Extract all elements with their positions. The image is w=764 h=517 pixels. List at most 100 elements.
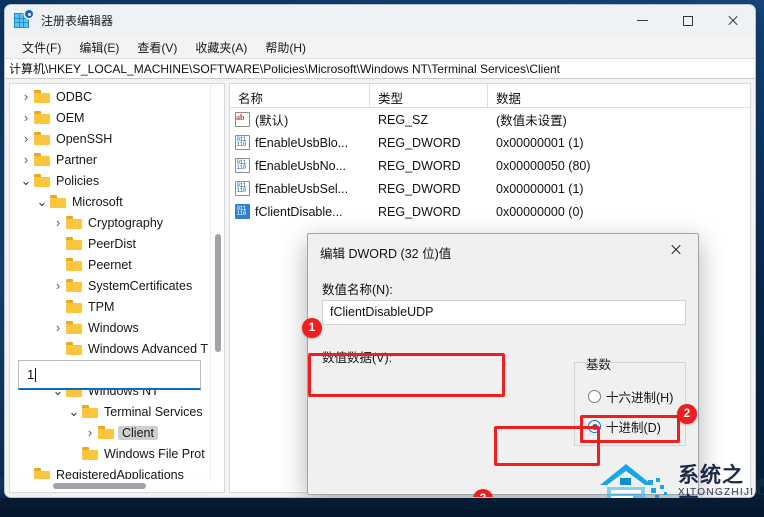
chevron-right-icon[interactable]: › xyxy=(18,86,34,107)
cell-type: REG_SZ xyxy=(378,112,429,127)
close-button[interactable] xyxy=(710,5,755,36)
table-row[interactable]: 011 110 fEnableUsbSel... REG_DWORD 0x0000000… xyxy=(230,177,750,200)
tree-node-windows-file-prot[interactable]: Windows File Prot xyxy=(10,443,224,464)
tree-node-windows-advanced-t[interactable]: Windows Advanced T xyxy=(10,338,224,359)
chevron-down-icon[interactable]: ⌄ xyxy=(66,401,82,422)
menu-item-favorites[interactable]: 收藏夹(A) xyxy=(186,37,256,58)
tree-node-terminal-services[interactable]: ⌄ Terminal Services xyxy=(10,401,224,422)
tree-node-label: RegisteredApplications xyxy=(56,467,184,480)
cell-data: 0x00000050 (80) xyxy=(496,158,591,173)
radio-decimal[interactable]: 十进制(D) xyxy=(588,417,661,436)
tree-node-peerdist[interactable]: PeerDist xyxy=(10,233,224,254)
tree-node-label: Cryptography xyxy=(88,215,164,230)
tree-hscroll-thumb[interactable] xyxy=(53,483,146,489)
table-row[interactable]: 011 110 fClientDisable... REG_DWORD 0x000000… xyxy=(230,200,750,223)
menu-item-view[interactable]: 查看(V) xyxy=(128,37,186,58)
cell-type: REG_DWORD xyxy=(378,135,461,150)
tree-node-tpm[interactable]: TPM xyxy=(10,296,224,317)
value-name-label: 数值名称(N): xyxy=(322,283,393,297)
maximize-button[interactable] xyxy=(665,5,710,36)
menu-item-edit[interactable]: 编辑(E) xyxy=(70,37,128,58)
dword-value-icon: 011 110 xyxy=(235,181,250,196)
annotation-badge-2: 2 xyxy=(677,404,697,424)
string-value-icon: ab xyxy=(235,112,250,127)
tree-node-label: Windows Advanced T xyxy=(88,341,208,356)
cell-name: ab (默认) xyxy=(230,110,370,129)
value-name: fEnableUsbNo... xyxy=(255,158,347,173)
tree-node-policies[interactable]: ⌄ Policies xyxy=(10,170,224,191)
tree-node-label: TPM xyxy=(88,299,115,314)
column-header-data[interactable]: 数据 xyxy=(488,84,738,108)
radio-label-decimal: 十进制(D) xyxy=(606,421,661,435)
tree-node-label: OEM xyxy=(56,110,85,125)
cell-data: 0x00000001 (1) xyxy=(496,181,584,196)
chevron-down-icon[interactable]: ⌄ xyxy=(18,170,34,191)
value-data-label: 数值数据(V): xyxy=(322,351,393,365)
chevron-down-icon[interactable]: ⌄ xyxy=(34,191,50,212)
table-row[interactable]: 011 110 fEnableUsbBlo... REG_DWORD 0x0000000… xyxy=(230,131,750,154)
chevron-right-icon[interactable]: › xyxy=(18,107,34,128)
table-row[interactable]: ab (默认) REG_SZ (数值未设置) xyxy=(230,108,750,131)
folder-icon xyxy=(34,174,51,187)
folder-icon xyxy=(34,132,51,145)
values-list-header: 名称 类型 数据 xyxy=(230,84,750,108)
table-row[interactable]: 011 110 fEnableUsbNo... REG_DWORD 0x00000050… xyxy=(230,154,750,177)
dialog-close-button[interactable] xyxy=(654,234,698,265)
value-name: fClientDisable... xyxy=(255,204,343,219)
menu-item-file[interactable]: 文件(F) xyxy=(13,37,70,58)
registry-tree-pane[interactable]: › ODBC › OEM › OpenSSH › Partner ⌄ Policies ⌄ Micro… xyxy=(9,83,225,493)
tree-node-odbc[interactable]: › ODBC xyxy=(10,86,224,107)
folder-icon xyxy=(34,111,51,124)
folder-icon xyxy=(66,279,83,292)
tree-node-microsoft[interactable]: ⌄ Microsoft xyxy=(10,191,224,212)
cell-type: REG_DWORD xyxy=(378,204,461,219)
tree-node-systemcertificates[interactable]: › SystemCertificates xyxy=(10,275,224,296)
tree-node-registeredapplications[interactable]: RegisteredApplications xyxy=(10,464,224,479)
chevron-right-icon[interactable]: › xyxy=(50,275,66,296)
tree-node-client[interactable]: › Client xyxy=(10,422,224,443)
tree-horizontal-scrollbar[interactable] xyxy=(10,479,210,492)
cell-data: 0x00000000 (0) xyxy=(496,204,584,219)
minimize-button[interactable] xyxy=(620,5,665,36)
watermark-en-text: XITONGZHIJIA.NET xyxy=(678,487,764,498)
tree-vertical-scrollbar[interactable] xyxy=(210,84,224,479)
tree-node-label: OpenSSH xyxy=(56,131,113,146)
value-data-input[interactable]: 1 xyxy=(18,360,201,390)
column-header-type[interactable]: 类型 xyxy=(370,84,488,108)
dword-value-icon: 011 110 xyxy=(235,135,250,150)
tree-vscroll-thumb[interactable] xyxy=(215,234,221,352)
chevron-right-icon[interactable]: › xyxy=(18,149,34,170)
radio-label-hex: 十六进制(H) xyxy=(606,391,674,405)
column-header-name[interactable]: 名称 xyxy=(230,84,370,108)
radio-dot-decimal xyxy=(588,420,601,433)
tree-node-label: ODBC xyxy=(56,89,93,104)
minimize-icon xyxy=(637,20,648,21)
folder-icon xyxy=(66,321,83,334)
value-name-input[interactable]: fClientDisableUDP xyxy=(322,300,686,325)
tree-node-oem[interactable]: › OEM xyxy=(10,107,224,128)
folder-icon xyxy=(82,405,99,418)
tree-node-windows[interactable]: › Windows xyxy=(10,317,224,338)
tree-node-cryptography[interactable]: › Cryptography xyxy=(10,212,224,233)
chevron-right-icon[interactable]: › xyxy=(50,317,66,338)
folder-icon xyxy=(66,216,83,229)
cell-data: 0x00000001 (1) xyxy=(496,135,584,150)
tree-node-label: Policies xyxy=(56,173,100,188)
title-bar: 注册表编辑器 xyxy=(5,5,755,36)
chevron-right-icon[interactable]: › xyxy=(50,212,66,233)
folder-icon xyxy=(50,195,67,208)
tree-node-label: SystemCertificates xyxy=(88,278,193,293)
cell-name: 011 110 fEnableUsbBlo... xyxy=(230,135,370,150)
tree-node-partner[interactable]: › Partner xyxy=(10,149,224,170)
tree-node-peernet[interactable]: Peernet xyxy=(10,254,224,275)
chevron-right-icon[interactable]: › xyxy=(82,422,98,443)
folder-icon xyxy=(98,426,115,439)
address-bar[interactable]: 计算机\HKEY_LOCAL_MACHINE\SOFTWARE\Policies… xyxy=(5,58,755,79)
tree-node-openssh[interactable]: › OpenSSH xyxy=(10,128,224,149)
radio-hexadecimal[interactable]: 十六进制(H) xyxy=(588,387,673,406)
chevron-right-icon[interactable]: › xyxy=(18,128,34,149)
menu-item-help[interactable]: 帮助(H) xyxy=(256,37,315,58)
value-data-text: 1 xyxy=(27,367,35,382)
